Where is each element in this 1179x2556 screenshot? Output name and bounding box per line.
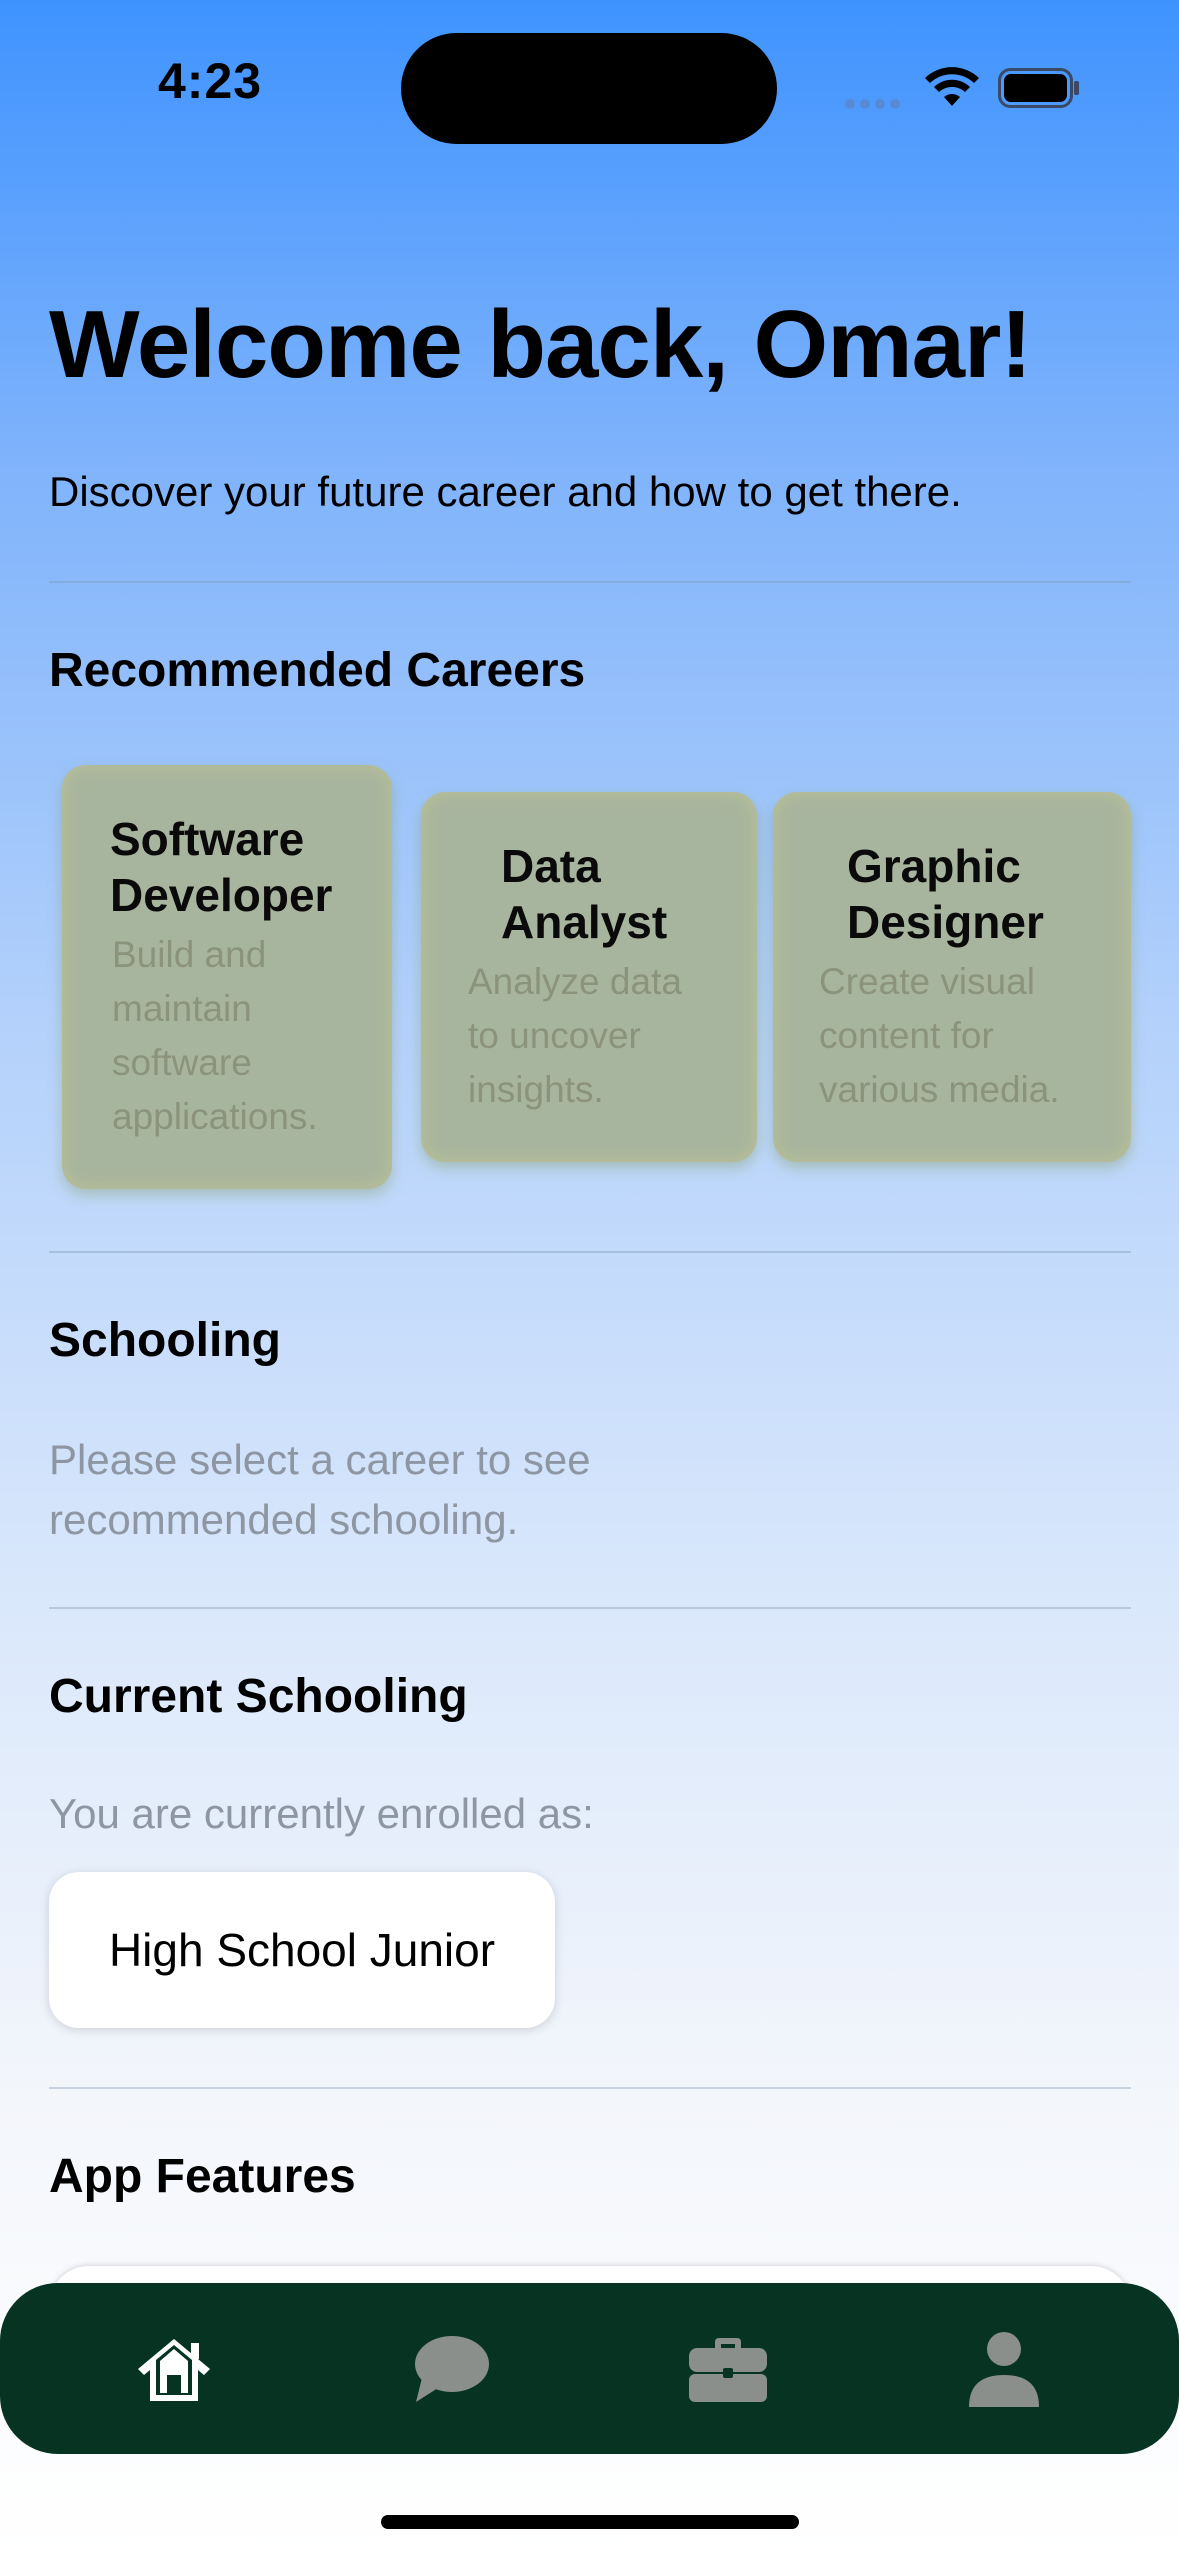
career-desc-line: various media. [819, 1069, 1060, 1110]
battery-icon [998, 68, 1079, 108]
tab-chat[interactable] [351, 2283, 551, 2454]
career-title-line: Data [501, 840, 601, 892]
current-schooling-title: Current Schooling [49, 1670, 468, 1723]
career-desc-line: to uncover [468, 1015, 641, 1056]
career-desc-line: maintain [112, 988, 252, 1029]
career-title-line: Analyst [501, 896, 668, 948]
divider [49, 1607, 1131, 1609]
cellular-signal-icon [845, 96, 907, 109]
current-schooling-selector[interactable]: High School Junior [49, 1872, 555, 2028]
enrolled-label: You are currently enrolled as: [49, 1790, 594, 1837]
career-desc-line: Build and [112, 934, 267, 975]
recommended-careers-title: Recommended Careers [49, 644, 586, 697]
briefcase-icon [689, 2337, 767, 2402]
app-features-title: App Features [49, 2150, 356, 2203]
career-desc-line: applications. [112, 1096, 318, 1137]
schooling-hint-line: recommended schooling. [49, 1496, 519, 1543]
status-bar: 4:23 [0, 0, 1179, 170]
career-desc-line: Analyze data [468, 961, 682, 1002]
career-desc-line: insights. [468, 1069, 604, 1110]
divider [49, 581, 1131, 583]
home-icon [138, 2338, 210, 2401]
dynamic-island [401, 33, 777, 144]
career-desc-line: content for [819, 1015, 994, 1056]
tab-profile[interactable] [904, 2283, 1104, 2454]
career-title-line: Software [110, 813, 305, 865]
schooling-hint: Please select a career to see recommende… [49, 1430, 591, 1550]
tab-home[interactable] [74, 2283, 274, 2454]
career-title-line: Designer [847, 896, 1044, 948]
status-time: 4:23 [158, 53, 263, 109]
career-desc-line: Create visual [819, 961, 1035, 1002]
chat-bubble-icon [415, 2335, 489, 2402]
page-title: Welcome back, Omar! [49, 291, 1032, 398]
tab-bar [0, 2283, 1179, 2454]
divider [49, 1251, 1131, 1253]
page-subtitle: Discover your future career and how to g… [49, 468, 962, 515]
career-title-line: Graphic [847, 840, 1021, 892]
career-card-graphic-designer[interactable]: Graphic Designer Create visual content f… [773, 792, 1131, 1162]
career-desc-line: software [112, 1042, 252, 1083]
wifi-icon [925, 67, 979, 106]
career-title-line: Developer [110, 869, 333, 921]
divider [49, 2087, 1131, 2089]
home-indicator [381, 2515, 799, 2529]
career-card-software-developer[interactable]: Software Developer Build and maintain so… [62, 765, 392, 1189]
schooling-title: Schooling [49, 1314, 281, 1367]
career-card-data-analyst[interactable]: Data Analyst Analyze data to uncover ins… [421, 792, 757, 1162]
person-icon [969, 2331, 1039, 2407]
tab-careers[interactable] [628, 2283, 828, 2454]
schooling-hint-line: Please select a career to see [49, 1436, 591, 1483]
